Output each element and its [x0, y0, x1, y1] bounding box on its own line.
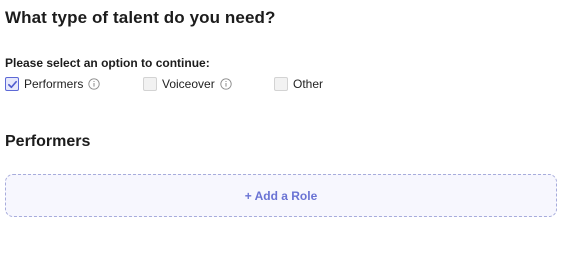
performers-checkbox[interactable] — [5, 77, 19, 91]
talent-options-group: Performers Voiceover Other — [5, 76, 323, 92]
talent-selection-page: What type of talent do you need? Please … — [0, 0, 566, 255]
performers-label: Performers — [24, 77, 84, 91]
option-other[interactable]: Other — [274, 76, 323, 92]
page-title: What type of talent do you need? — [5, 8, 276, 27]
voiceover-label: Voiceover — [162, 77, 215, 91]
info-icon[interactable] — [88, 78, 100, 90]
selection-prompt: Please select an option to continue: — [5, 56, 210, 70]
checkmark-icon — [7, 80, 17, 88]
add-role-label: + Add a Role — [244, 188, 318, 203]
option-performers[interactable]: Performers — [5, 76, 143, 92]
voiceover-checkbox[interactable] — [143, 77, 157, 91]
other-checkbox[interactable] — [274, 77, 288, 91]
add-role-button[interactable]: + Add a Role — [5, 174, 557, 217]
info-icon[interactable] — [220, 78, 232, 90]
other-label: Other — [293, 77, 324, 91]
section-heading: Performers — [5, 133, 91, 150]
option-voiceover[interactable]: Voiceover — [143, 76, 274, 92]
